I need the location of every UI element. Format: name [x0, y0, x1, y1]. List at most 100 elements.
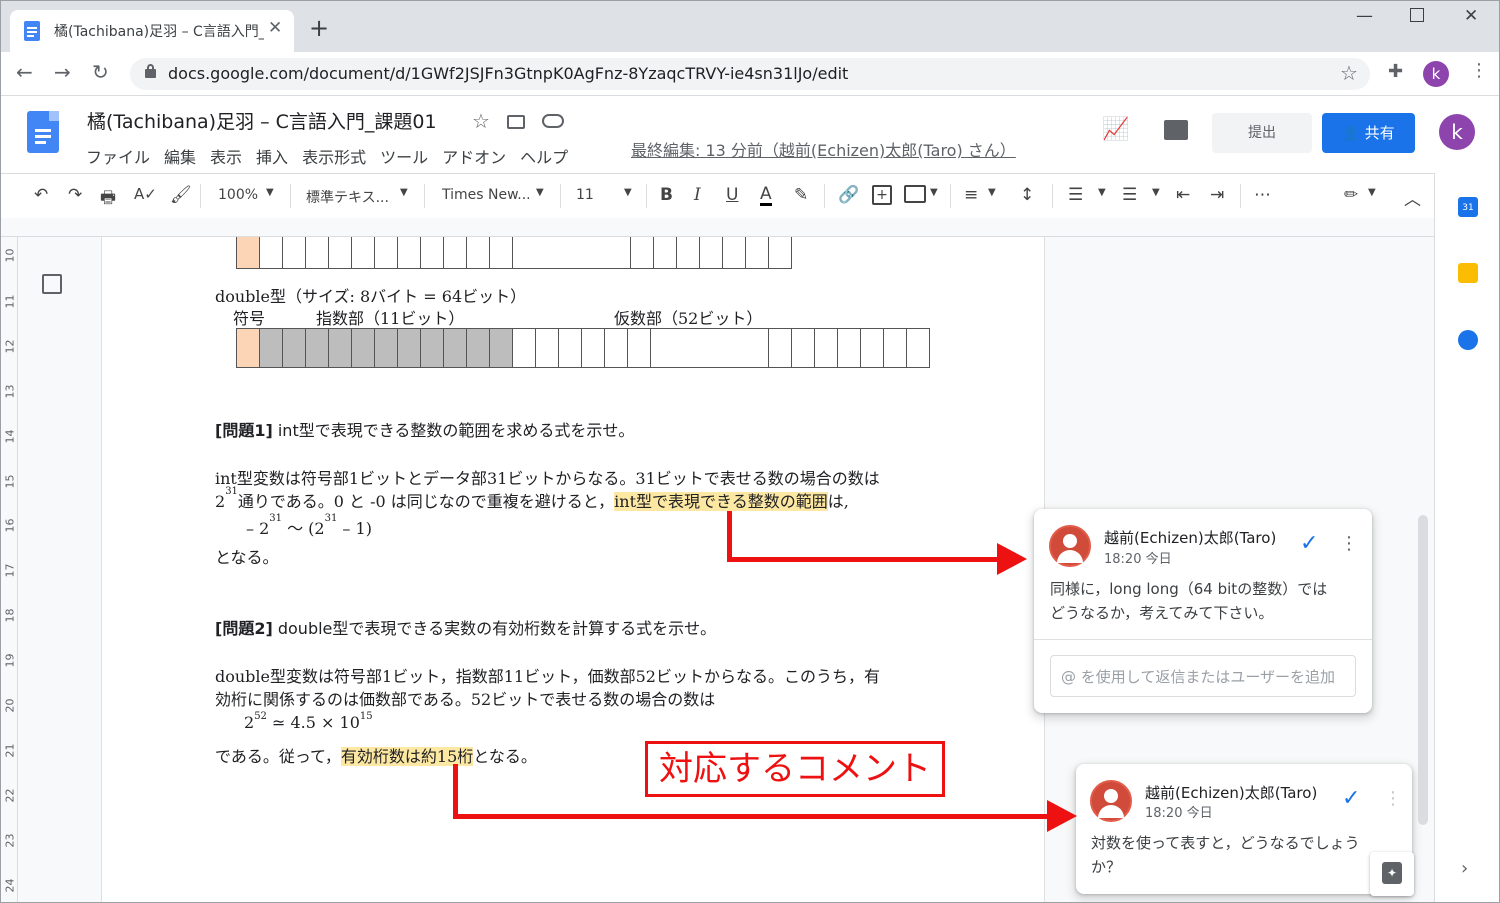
editing-mode-icon[interactable]: ✏: [1344, 185, 1358, 205]
keep-icon[interactable]: [1458, 263, 1478, 283]
move-folder-icon[interactable]: [507, 115, 525, 129]
back-icon[interactable]: ←: [16, 60, 33, 84]
share-button[interactable]: 👤 共有: [1322, 113, 1415, 153]
bookmark-star-icon[interactable]: ☆: [1340, 61, 1358, 85]
bold-icon[interactable]: B: [660, 185, 673, 205]
document-title[interactable]: 橘(Tachibana)足羽 – C言語入門_課題01: [87, 107, 437, 134]
tasks-icon[interactable]: [1458, 330, 1478, 350]
menu-view[interactable]: 表示: [210, 148, 242, 167]
submit-button[interactable]: 提出: [1212, 113, 1312, 153]
decrease-indent-icon[interactable]: ⇤: [1176, 185, 1190, 205]
account-avatar[interactable]: k: [1439, 114, 1475, 150]
editing-mode-chevron-down-icon[interactable]: ▼: [1368, 187, 1376, 198]
annotation-arrow-2-vertical: [453, 764, 458, 818]
close-window-icon[interactable]: ✕: [1464, 6, 1478, 26]
line-spacing-icon[interactable]: ↕: [1020, 185, 1034, 205]
font-chevron-down-icon[interactable]: ▼: [536, 187, 544, 198]
spellcheck-icon[interactable]: A✓: [134, 185, 157, 203]
ruler-mark: 22: [3, 788, 17, 803]
explore-button[interactable]: ✦: [1370, 852, 1414, 896]
answer-2-line3: である。従って，有効桁数は約15桁となる。: [215, 747, 537, 766]
numbered-list-icon[interactable]: ☰: [1068, 185, 1083, 205]
forward-icon[interactable]: →: [54, 60, 71, 84]
numbered-list-chevron-down-icon[interactable]: ▼: [1098, 187, 1106, 198]
comments-scrollbar[interactable]: [1418, 515, 1428, 825]
browser-tab[interactable]: 橘(Tachibana)足羽 – C言語入門_ ✕: [10, 10, 294, 52]
reload-icon[interactable]: ↻: [92, 60, 109, 84]
ruler-mark: 14: [3, 429, 17, 444]
menu-file[interactable]: ファイル: [86, 148, 150, 167]
double-caption: double型（サイズ: 8バイト = 64ビット）: [215, 287, 527, 306]
menu-addons[interactable]: アドオン: [442, 148, 506, 167]
style-select[interactable]: 標準テキス...: [306, 187, 389, 207]
paint-format-icon[interactable]: 🖌: [170, 185, 192, 205]
omnibox[interactable]: docs.google.com/document/d/1GWf2JSJFn3Gt…: [130, 58, 1370, 90]
bulleted-list-icon[interactable]: ☰: [1122, 185, 1137, 205]
ruler-mark: 21: [3, 743, 17, 758]
calendar-icon[interactable]: 31: [1458, 197, 1478, 217]
last-edit-link[interactable]: 最終編集: 13 分前（越前(Echizen)太郎(Taro) さん）: [631, 137, 1016, 161]
highlight-icon[interactable]: ✎: [794, 185, 808, 205]
extensions-icon[interactable]: ✚: [1388, 61, 1403, 82]
increase-indent-icon[interactable]: ⇥: [1210, 185, 1224, 205]
more-options-icon[interactable]: ⋯: [1254, 185, 1271, 205]
tab-close-icon[interactable]: ✕: [268, 18, 282, 38]
commenter-avatar: [1090, 780, 1132, 822]
italic-icon[interactable]: I: [694, 185, 701, 205]
font-size-select[interactable]: 11: [576, 187, 594, 203]
zoom-select[interactable]: 100%: [218, 187, 258, 203]
maximize-icon[interactable]: [1410, 8, 1424, 22]
minimize-icon[interactable]: —: [1356, 6, 1373, 26]
browser-avatar[interactable]: k: [1423, 61, 1449, 87]
bulleted-list-chevron-down-icon[interactable]: ▼: [1152, 187, 1160, 198]
zoom-chevron-down-icon[interactable]: ▼: [266, 187, 274, 198]
person-add-icon: 👤: [1342, 126, 1360, 142]
print-icon[interactable]: 🖶: [100, 185, 116, 214]
insert-image-icon[interactable]: [904, 185, 926, 203]
align-left-icon[interactable]: ≡: [964, 185, 978, 205]
resolve-check-icon[interactable]: ✓: [1342, 786, 1360, 811]
insert-link-icon[interactable]: 🔗: [838, 185, 859, 205]
comment-thread-2[interactable]: 越前(Echizen)太郎(Taro) 18:20 今日 ✓ ⋮ 対数を使って表…: [1076, 764, 1412, 894]
menu-edit[interactable]: 編集: [164, 148, 196, 167]
redo-icon[interactable]: ↷: [68, 185, 82, 205]
menu-insert[interactable]: 挿入: [256, 148, 288, 167]
comment-more-icon[interactable]: ⋮: [1384, 788, 1402, 809]
ruler-mark: 18: [3, 608, 17, 623]
docs-favicon-icon: [24, 21, 40, 41]
activity-trend-icon[interactable]: 📈: [1102, 117, 1129, 142]
docs-logo-icon[interactable]: [27, 111, 59, 153]
image-chevron-down-icon[interactable]: ▼: [930, 187, 938, 198]
star-icon[interactable]: ☆: [472, 109, 490, 133]
style-chevron-down-icon[interactable]: ▼: [400, 187, 408, 198]
size-chevron-down-icon[interactable]: ▼: [624, 187, 632, 198]
menu-format[interactable]: 表示形式: [302, 148, 366, 167]
new-tab-icon[interactable]: +: [309, 14, 329, 42]
underline-icon[interactable]: U: [726, 185, 738, 205]
comment-thread-1[interactable]: 越前(Echizen)太郎(Taro) 18:20 今日 ✓ ⋮ 同様に，lon…: [1034, 509, 1372, 713]
document-outline-icon[interactable]: [42, 274, 62, 294]
menu-help[interactable]: ヘルプ: [520, 148, 568, 167]
font-select[interactable]: Times New...: [442, 187, 531, 203]
menu-tools[interactable]: ツール: [380, 148, 428, 167]
expand-panel-chevron-icon[interactable]: ›: [1461, 858, 1468, 879]
insert-comment-icon[interactable]: +: [872, 185, 892, 205]
browser-menu-icon[interactable]: ⋮: [1470, 60, 1488, 81]
vertical-ruler[interactable]: 10 11 12 13 14 15 16 17 18 19 20 21 22 2…: [0, 237, 18, 903]
ruler-mark: 11: [3, 294, 17, 309]
align-chevron-down-icon[interactable]: ▼: [988, 187, 996, 198]
collapse-menu-icon[interactable]: ︿: [1404, 185, 1421, 210]
tab-title: 橘(Tachibana)足羽 – C言語入門_: [54, 24, 264, 40]
comment-author: 越前(Echizen)太郎(Taro): [1145, 784, 1318, 802]
commenter-avatar: [1049, 525, 1091, 567]
comment-history-icon[interactable]: [1164, 120, 1188, 140]
answer-1-end: となる。: [215, 548, 279, 567]
undo-icon[interactable]: ↶: [34, 185, 48, 205]
reply-input[interactable]: @ を使用して返信またはユーザーを追加: [1050, 655, 1356, 697]
text-color-icon[interactable]: A: [760, 185, 772, 206]
label-sign: 符号: [233, 309, 266, 328]
highlighted-int-range[interactable]: int型で表現できる整数の範囲: [614, 492, 828, 511]
resolve-check-icon[interactable]: ✓: [1300, 531, 1318, 556]
annotation-arrowhead-1: [997, 543, 1027, 575]
comment-more-icon[interactable]: ⋮: [1340, 533, 1358, 554]
